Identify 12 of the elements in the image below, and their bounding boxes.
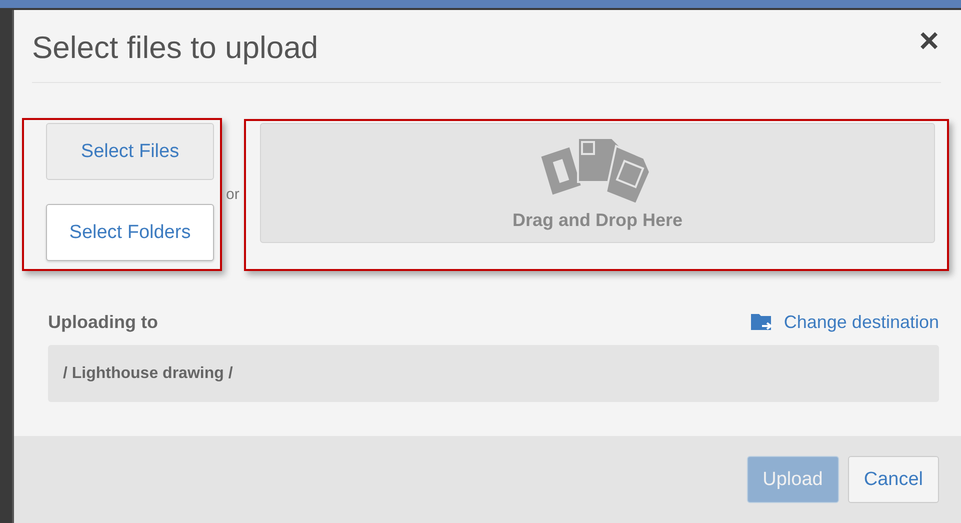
uploading-to-label: Uploading to: [48, 312, 158, 332]
folder-move-icon: [750, 311, 774, 333]
change-destination-link[interactable]: Change destination: [750, 311, 939, 333]
select-button[interactable]: Select Folders: [46, 204, 214, 261]
dialog-title: Select files to upload: [32, 29, 318, 66]
close-button[interactable]: ×: [917, 22, 941, 60]
drop-zone-label: Drag and Drop Here: [512, 210, 683, 231]
drop-zone[interactable]: Drag and Drop Here: [260, 122, 935, 242]
or-text: or: [226, 186, 240, 203]
destination-path: / Lighthouse drawing /: [63, 364, 233, 382]
cancel-button[interactable]: Cancel: [848, 456, 939, 503]
select-button[interactable]: Select Files: [46, 123, 214, 180]
